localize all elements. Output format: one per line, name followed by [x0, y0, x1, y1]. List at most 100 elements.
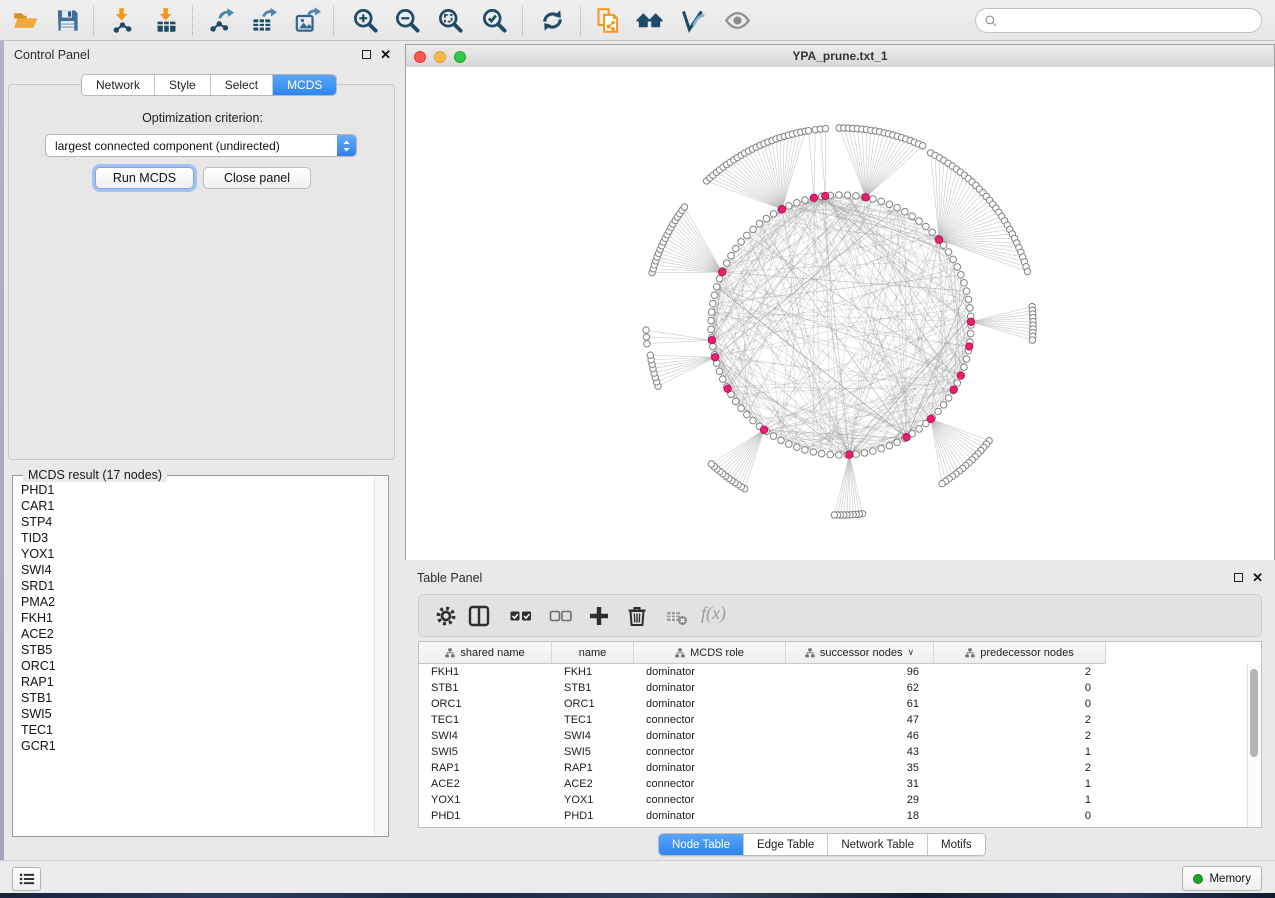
network-node[interactable] — [786, 203, 793, 210]
selected-network-node[interactable] — [950, 386, 957, 393]
save-session-icon[interactable] — [54, 7, 81, 34]
run-mcds-button[interactable]: Run MCDS — [95, 167, 194, 189]
network-node[interactable] — [713, 284, 720, 291]
network-node[interactable] — [681, 204, 687, 210]
network-node[interactable] — [716, 368, 723, 375]
network-node[interactable] — [770, 211, 777, 218]
network-node[interactable] — [802, 197, 809, 204]
network-node[interactable] — [822, 125, 828, 131]
result-item[interactable]: TID3 — [14, 530, 375, 546]
network-node[interactable] — [886, 442, 893, 449]
memory-button[interactable]: Memory — [1182, 866, 1262, 891]
network-node[interactable] — [836, 192, 843, 199]
result-item[interactable]: SWI5 — [14, 706, 375, 722]
selected-network-node[interactable] — [719, 268, 726, 275]
selected-network-node[interactable] — [760, 426, 767, 433]
selected-network-node[interactable] — [822, 192, 829, 199]
network-node[interactable] — [643, 334, 649, 340]
task-history-button[interactable] — [12, 867, 41, 891]
result-item[interactable]: PMA2 — [14, 594, 375, 610]
network-node[interactable] — [965, 296, 972, 303]
table-settings-gear-icon[interactable] — [434, 604, 458, 628]
network-node[interactable] — [963, 288, 970, 295]
search-field[interactable] — [975, 8, 1262, 33]
network-node[interactable] — [939, 480, 945, 486]
table-row[interactable]: ORC1ORC1dominator610 — [419, 696, 1248, 712]
network-node[interactable] — [878, 198, 885, 205]
zoom-selected-icon[interactable] — [481, 7, 508, 34]
column-header-predecessor-nodes[interactable]: predecessor nodes — [934, 642, 1106, 664]
select-all-icon[interactable] — [509, 604, 533, 628]
network-node[interactable] — [967, 305, 974, 312]
result-item[interactable]: PHD1 — [14, 482, 375, 498]
selected-network-node[interactable] — [711, 354, 718, 361]
network-node[interactable] — [802, 447, 809, 454]
network-node[interactable] — [853, 451, 860, 458]
table-row[interactable]: TEC1TEC1connector472 — [419, 712, 1248, 728]
column-header-name[interactable]: name — [552, 642, 634, 664]
network-node[interactable] — [720, 376, 727, 383]
network-node[interactable] — [902, 208, 909, 215]
open-file-icon[interactable] — [12, 7, 39, 34]
network-node[interactable] — [708, 317, 715, 324]
close-panel-icon[interactable]: ✕ — [1252, 573, 1263, 582]
result-item[interactable]: ORC1 — [14, 658, 375, 674]
network-node[interactable] — [827, 451, 834, 458]
network-node[interactable] — [923, 223, 930, 230]
float-panel-icon[interactable] — [362, 50, 371, 59]
tab-select[interactable]: Select — [211, 75, 273, 95]
network-node[interactable] — [870, 196, 877, 203]
mcds-result-list[interactable]: PHD1CAR1STP4TID3YOX1SWI4SRD1PMA2FKH1ACE2… — [14, 482, 375, 835]
network-node[interactable] — [744, 411, 751, 418]
network-node[interactable] — [778, 437, 785, 444]
selected-network-node[interactable] — [862, 194, 869, 201]
table-row[interactable]: YOX1YOX1connector291 — [419, 792, 1248, 808]
close-panel-button[interactable]: Close panel — [203, 167, 311, 189]
network-graph[interactable] — [406, 67, 1274, 560]
export-image-icon[interactable] — [294, 7, 321, 34]
network-overview-icon[interactable] — [636, 7, 663, 34]
network-node[interactable] — [929, 229, 936, 236]
delete-table-icon[interactable] — [665, 604, 689, 628]
table-row[interactable]: SWI4SWI4dominator462 — [419, 728, 1248, 744]
network-node[interactable] — [770, 433, 777, 440]
network-node[interactable] — [831, 512, 837, 518]
network-node[interactable] — [861, 450, 868, 457]
result-item[interactable]: RAP1 — [14, 674, 375, 690]
table-row[interactable]: ACE2ACE2connector311 — [419, 776, 1248, 792]
network-node[interactable] — [961, 280, 968, 287]
network-node[interactable] — [886, 201, 893, 208]
network-node[interactable] — [647, 352, 653, 358]
network-document-icon[interactable] — [594, 7, 621, 34]
result-item[interactable]: STP4 — [14, 514, 375, 530]
result-item[interactable]: SWI4 — [14, 562, 375, 578]
network-node[interactable] — [786, 441, 793, 448]
result-item[interactable]: FKH1 — [14, 610, 375, 626]
column-header-successor-nodes[interactable]: successor nodes∨ — [786, 642, 934, 664]
vizmap-icon[interactable] — [679, 7, 706, 34]
show-columns-icon[interactable] — [467, 604, 491, 628]
network-node[interactable] — [894, 204, 901, 211]
network-node[interactable] — [945, 249, 952, 256]
network-node[interactable] — [1029, 337, 1035, 343]
network-node[interactable] — [756, 220, 763, 227]
column-header-shared-name[interactable]: shared name — [419, 642, 552, 664]
result-item[interactable]: YOX1 — [14, 546, 375, 562]
network-node[interactable] — [723, 260, 730, 267]
network-node[interactable] — [733, 398, 740, 405]
network-node[interactable] — [744, 232, 751, 239]
network-node[interactable] — [870, 448, 877, 455]
search-input[interactable] — [998, 13, 1261, 29]
table-row[interactable]: PHD1PHD1dominator180 — [419, 808, 1248, 824]
tab-node-table[interactable]: Node Table — [659, 834, 744, 855]
network-node[interactable] — [894, 439, 901, 446]
network-node[interactable] — [750, 417, 757, 424]
criterion-dropdown[interactable]: largest connected component (undirected) — [45, 134, 357, 157]
network-node[interactable] — [836, 452, 843, 459]
network-node[interactable] — [711, 292, 718, 299]
graphics-details-eye-icon[interactable] — [724, 7, 751, 34]
result-item[interactable]: GCR1 — [14, 738, 375, 754]
tab-style[interactable]: Style — [155, 75, 211, 95]
column-header-mcds-role[interactable]: MCDS role — [634, 642, 786, 664]
tab-mcds[interactable]: MCDS — [273, 75, 336, 95]
